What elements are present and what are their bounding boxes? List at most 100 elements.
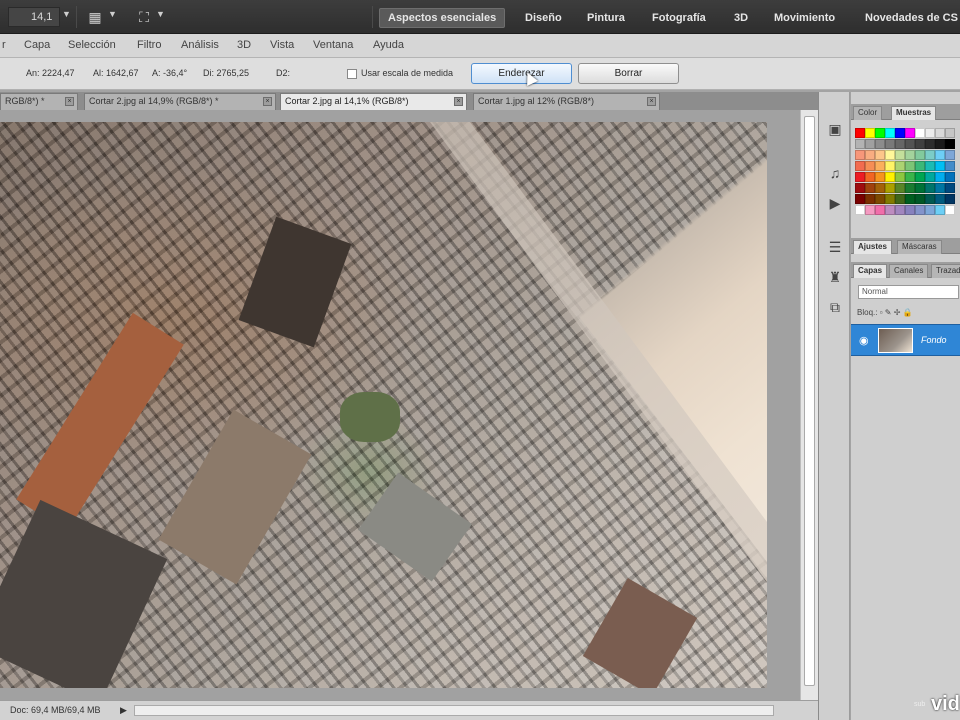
color-swatch[interactable] — [885, 172, 895, 182]
color-swatch[interactable] — [925, 161, 935, 171]
menu-item-3d[interactable]: 3D — [237, 39, 251, 51]
color-swatch[interactable] — [895, 161, 905, 171]
tab-swatches[interactable]: Muestras — [891, 106, 937, 120]
status-menu-icon[interactable]: ▶ — [120, 705, 127, 716]
vertical-scrollbar[interactable] — [800, 110, 818, 700]
color-swatch[interactable] — [865, 128, 875, 138]
mini-bridge-icon[interactable]: ▣ — [824, 118, 846, 140]
menu-item-window[interactable]: Ventana — [313, 39, 353, 51]
color-swatch[interactable] — [905, 172, 915, 182]
character-icon[interactable]: ⧉ — [824, 296, 846, 318]
color-swatch[interactable] — [895, 128, 905, 138]
layer-name[interactable]: Fondo — [921, 335, 947, 345]
color-swatch[interactable] — [925, 150, 935, 160]
color-swatch[interactable] — [885, 161, 895, 171]
workspace-motion[interactable]: Movimiento — [774, 8, 835, 28]
menu-item-view[interactable]: Vista — [270, 39, 294, 51]
color-swatch[interactable] — [905, 194, 915, 204]
tab-layers[interactable]: Capas — [853, 264, 888, 278]
color-swatch[interactable] — [895, 194, 905, 204]
color-swatch[interactable] — [945, 161, 955, 171]
arrange-dropdown-icon[interactable]: ▼ — [108, 9, 117, 19]
color-swatch[interactable] — [855, 172, 865, 182]
color-swatch[interactable] — [885, 183, 895, 193]
color-swatch[interactable] — [875, 194, 885, 204]
tab-adjustments[interactable]: Ajustes — [853, 240, 892, 254]
color-swatch[interactable] — [915, 194, 925, 204]
workspace-new-in-cs[interactable]: Novedades de CS — [865, 8, 958, 28]
workspace-design[interactable]: Diseño — [525, 8, 562, 28]
color-swatch[interactable] — [895, 172, 905, 182]
color-swatch[interactable] — [855, 128, 865, 138]
color-swatch[interactable] — [925, 172, 935, 182]
color-swatch[interactable] — [885, 150, 895, 160]
document-size-readout[interactable]: Doc: 69,4 MB/69,4 MB — [10, 705, 101, 715]
color-swatch[interactable] — [865, 139, 875, 149]
arrange-documents-icon[interactable]: ▦ — [85, 7, 105, 27]
lock-icons[interactable]: ▫ ✎ ✢ 🔒 — [880, 308, 913, 317]
color-swatch[interactable] — [855, 150, 865, 160]
menu-item-help[interactable]: Ayuda — [373, 39, 404, 51]
color-swatch[interactable] — [905, 161, 915, 171]
screen-mode-icon[interactable]: ⛶ — [134, 7, 154, 27]
color-swatch[interactable] — [945, 150, 955, 160]
color-swatch[interactable] — [905, 183, 915, 193]
color-swatch[interactable] — [945, 205, 955, 215]
history-icon[interactable]: ♫ — [824, 162, 846, 184]
color-swatch[interactable] — [935, 183, 945, 193]
color-swatch[interactable] — [895, 139, 905, 149]
menu-item-analysis[interactable]: Análisis — [181, 39, 219, 51]
color-swatch[interactable] — [905, 139, 915, 149]
color-swatch[interactable] — [875, 161, 885, 171]
tab-paths[interactable]: Trazados — [931, 264, 960, 278]
color-swatch[interactable] — [905, 128, 915, 138]
brush-presets-icon[interactable]: ☰ — [824, 236, 846, 258]
color-swatch[interactable] — [895, 205, 905, 215]
color-swatch[interactable] — [895, 183, 905, 193]
workspace-photography[interactable]: Fotografía — [652, 8, 706, 28]
color-swatch[interactable] — [905, 150, 915, 160]
blend-mode-select[interactable]: Normal — [858, 285, 959, 299]
city-photo[interactable] — [0, 122, 767, 688]
close-tab-icon[interactable]: × — [454, 97, 463, 106]
tab-document-active[interactable]: Cortar 2.jpg al 14,1% (RGB/8*) × — [280, 93, 467, 110]
layer-row-background[interactable]: ◉ Fondo — [851, 324, 960, 356]
color-swatch[interactable] — [935, 139, 945, 149]
color-swatch[interactable] — [915, 205, 925, 215]
use-measurement-scale-checkbox[interactable] — [347, 69, 357, 79]
color-swatch[interactable] — [915, 183, 925, 193]
color-swatch[interactable] — [875, 150, 885, 160]
color-swatch[interactable] — [865, 194, 875, 204]
close-tab-icon[interactable]: × — [65, 97, 74, 106]
menu-item-select[interactable]: Selección — [68, 39, 116, 51]
color-swatch[interactable] — [925, 128, 935, 138]
actions-icon[interactable]: ▶ — [824, 192, 846, 214]
swatches-grid[interactable] — [855, 128, 959, 216]
zoom-level-field[interactable]: 14,1 — [8, 7, 60, 27]
color-swatch[interactable] — [865, 150, 875, 160]
color-swatch[interactable] — [885, 205, 895, 215]
color-swatch[interactable] — [925, 183, 935, 193]
color-swatch[interactable] — [875, 139, 885, 149]
close-tab-icon[interactable]: × — [647, 97, 656, 106]
tab-color[interactable]: Color — [853, 106, 883, 120]
color-swatch[interactable] — [935, 150, 945, 160]
horizontal-scrollbar[interactable] — [134, 705, 774, 716]
color-swatch[interactable] — [915, 128, 925, 138]
tab-document-1[interactable]: RGB/8*) * × — [0, 93, 78, 110]
color-swatch[interactable] — [935, 128, 945, 138]
color-swatch[interactable] — [925, 139, 935, 149]
color-swatch[interactable] — [855, 139, 865, 149]
clone-source-icon[interactable]: ♜ — [824, 266, 846, 288]
color-swatch[interactable] — [855, 205, 865, 215]
color-swatch[interactable] — [865, 205, 875, 215]
color-swatch[interactable] — [875, 183, 885, 193]
color-swatch[interactable] — [855, 183, 865, 193]
color-swatch[interactable] — [885, 194, 895, 204]
menu-item-filter[interactable]: Filtro — [137, 39, 161, 51]
tab-masks[interactable]: Máscaras — [897, 240, 942, 254]
straighten-button[interactable]: Enderezar — [471, 63, 572, 84]
color-swatch[interactable] — [935, 194, 945, 204]
clear-button[interactable]: Borrar — [578, 63, 679, 84]
workspace-painting[interactable]: Pintura — [587, 8, 625, 28]
